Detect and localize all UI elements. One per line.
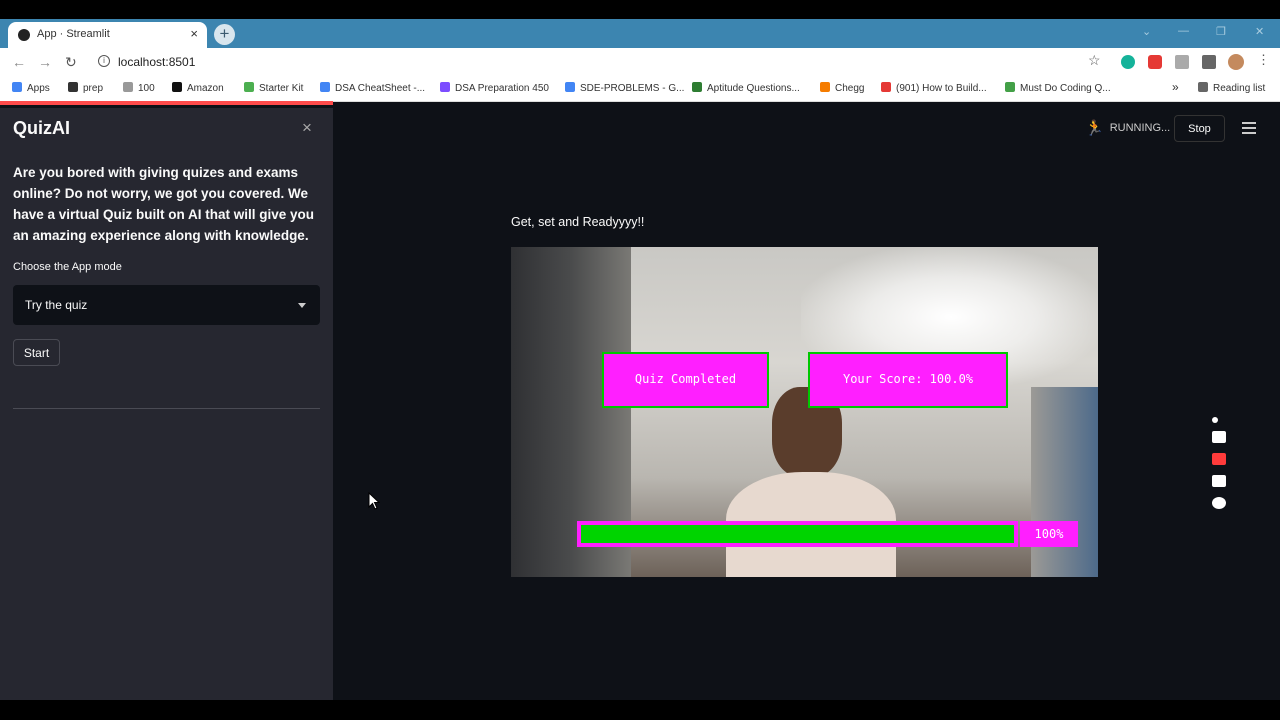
sidebar-divider — [13, 408, 320, 409]
grammarly-extension-icon[interactable] — [1121, 55, 1135, 69]
amazon-icon — [172, 82, 182, 92]
browser-menu-icon[interactable]: ⋮ — [1257, 52, 1271, 67]
bookmark-chegg[interactable]: Chegg — [820, 82, 864, 94]
youtube-extension-icon[interactable] — [1148, 55, 1162, 69]
app-mode-label: Choose the App mode — [13, 261, 122, 273]
sidebar-title: QuizAI — [13, 118, 70, 138]
puzzle-extensions-icon[interactable] — [1202, 55, 1216, 69]
apps-grid-icon — [12, 82, 22, 92]
tab-close-icon[interactable]: × — [190, 26, 198, 41]
page-heading: Get, set and Readyyyy!! — [511, 215, 645, 229]
settings-gear-icon[interactable] — [1212, 497, 1226, 509]
youtube-icon — [881, 82, 891, 92]
docs-icon — [320, 82, 330, 92]
capture-toolbar — [1208, 417, 1230, 517]
profile-avatar[interactable] — [1228, 54, 1244, 70]
progress-percent: 100% — [1020, 521, 1078, 547]
browser-window: App · Streamlit × + ⌄ — ❐ ✕ ← → ↻ i loca… — [0, 19, 1280, 700]
tab-app[interactable]: App · Streamlit × — [8, 22, 207, 48]
progress-bar — [577, 521, 1018, 547]
running-status-text: RUNNING... — [1109, 122, 1171, 134]
right-wall-background — [1031, 387, 1098, 577]
docs-icon — [565, 82, 575, 92]
score-overlay: Your Score: 100.0% — [808, 352, 1008, 408]
streamlit-top-decoration — [0, 101, 333, 105]
bookmark-youtube[interactable]: (901) How to Build... — [881, 82, 987, 94]
reading-list-icon — [1198, 82, 1208, 92]
camera-icon[interactable] — [1212, 431, 1226, 443]
site-info-icon[interactable]: i — [98, 55, 110, 67]
video-record-icon[interactable] — [1212, 453, 1226, 465]
url-text: localhost:8501 — [118, 55, 196, 69]
forward-icon[interactable]: → — [38, 54, 52, 70]
aptitude-icon — [692, 82, 702, 92]
bookmark-star-icon[interactable]: ☆ — [1088, 52, 1101, 69]
start-button[interactable]: Start — [13, 339, 60, 366]
stop-button[interactable]: Stop — [1174, 115, 1225, 142]
chevron-down-icon — [298, 303, 306, 308]
capture-add-icon[interactable] — [1212, 417, 1218, 423]
gallery-icon[interactable] — [1212, 475, 1226, 487]
running-status: 🏃 RUNNING... — [1085, 119, 1170, 137]
extension-icon[interactable] — [1175, 55, 1189, 69]
quiz-completed-overlay: Quiz Completed — [602, 352, 769, 408]
bookmark-aptitude[interactable]: Aptitude Questions... — [692, 82, 800, 94]
sidebar-description: Are you bored with giving quizes and exa… — [13, 165, 315, 243]
person-in-frame — [716, 387, 906, 577]
bookmark-sde-problems[interactable]: SDE-PROBLEMS - G... — [565, 82, 684, 94]
prep-icon — [68, 82, 78, 92]
hamburger-menu-icon[interactable] — [1242, 122, 1256, 134]
webcam-frame: Quiz Completed Your Score: 100.0% 100% — [511, 247, 1098, 577]
code-icon — [244, 82, 254, 92]
bookmark-starter-kit[interactable]: Starter Kit — [244, 82, 303, 94]
new-tab-button[interactable]: + — [214, 24, 235, 45]
chegg-icon — [820, 82, 830, 92]
minimize-icon[interactable]: — — [1178, 25, 1189, 37]
bookmark-100[interactable]: 100 — [123, 82, 155, 94]
bookmarks-overflow-icon[interactable]: » — [1172, 80, 1179, 94]
reload-icon[interactable]: ↻ — [65, 54, 77, 71]
bookmark-apps[interactable]: Apps — [12, 82, 50, 94]
bookmark-dsa-cheatsheet[interactable]: DSA CheatSheet -... — [320, 82, 425, 94]
back-icon[interactable]: ← — [12, 54, 26, 70]
maximize-icon[interactable]: ❐ — [1216, 25, 1226, 38]
bookmarks-bar: Apps prep 100 Amazon Starter Kit DSA Che… — [0, 78, 1280, 102]
running-man-icon: 🏃 — [1085, 120, 1104, 137]
reading-list[interactable]: Reading list — [1198, 82, 1265, 94]
app-mode-select[interactable]: Try the quiz — [13, 285, 320, 325]
sidebar-close-icon[interactable]: × — [302, 118, 312, 138]
bookmark-must-do[interactable]: Must Do Coding Q... — [1005, 82, 1111, 94]
bookmark-prep[interactable]: prep — [68, 82, 103, 94]
address-bar[interactable]: i localhost:8501 — [90, 51, 1110, 75]
app-mode-value: Try the quiz — [25, 298, 88, 312]
v-logo-icon — [440, 82, 450, 92]
bookmark-amazon[interactable]: Amazon — [172, 82, 224, 94]
close-window-icon[interactable]: ✕ — [1255, 25, 1264, 38]
tab-strip: App · Streamlit × + ⌄ — ❐ ✕ — [0, 19, 1280, 48]
mouse-cursor-icon — [368, 492, 380, 510]
gfg-icon — [1005, 82, 1015, 92]
page-icon — [123, 82, 133, 92]
bookmark-dsa-preparation[interactable]: DSA Preparation 450 — [440, 82, 549, 94]
streamlit-favicon-icon — [18, 29, 30, 41]
progress-bar-fill — [581, 525, 1014, 543]
tab-search-icon[interactable]: ⌄ — [1142, 25, 1151, 38]
tab-title: App · Streamlit — [37, 28, 110, 40]
